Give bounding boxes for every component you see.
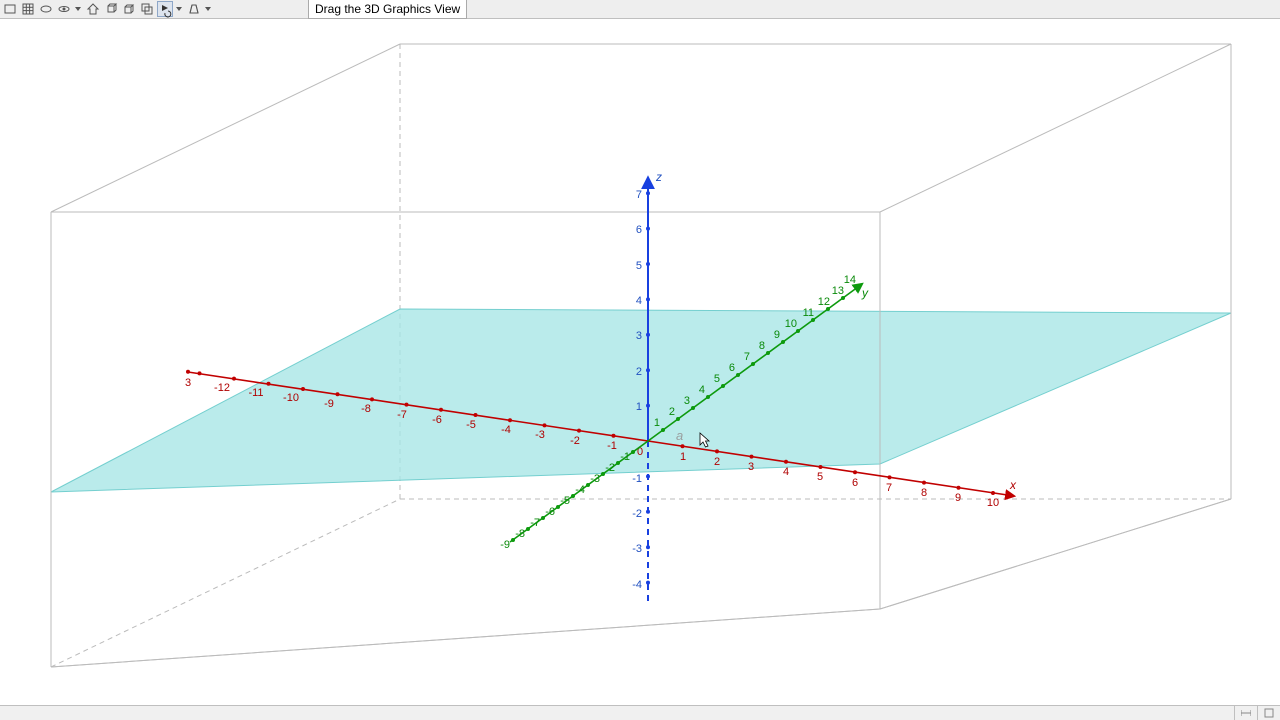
plane-a-label: a <box>676 428 683 443</box>
svg-text:6: 6 <box>852 477 858 489</box>
svg-text:-3: -3 <box>590 473 600 485</box>
svg-text:7: 7 <box>744 351 750 363</box>
svg-text:-5: -5 <box>466 419 476 431</box>
svg-text:1: 1 <box>654 417 660 429</box>
svg-text:2: 2 <box>714 456 720 468</box>
svg-text:5: 5 <box>714 373 720 385</box>
svg-text:3: 3 <box>185 377 191 389</box>
svg-text:5: 5 <box>817 471 823 483</box>
svg-text:-10: -10 <box>283 392 299 404</box>
view-tool-button[interactable] <box>56 1 72 17</box>
svg-text:3: 3 <box>636 330 642 342</box>
svg-text:4: 4 <box>783 466 789 478</box>
svg-text:-2: -2 <box>570 435 580 447</box>
svg-text:4: 4 <box>699 384 705 396</box>
svg-text:-2: -2 <box>605 462 615 474</box>
svg-text:3: 3 <box>748 461 754 473</box>
svg-text:2: 2 <box>636 366 642 378</box>
svg-text:6: 6 <box>636 224 642 236</box>
perspective-tool-dropdown[interactable] <box>204 1 212 17</box>
svg-text:-11: -11 <box>248 387 263 399</box>
svg-text:-4: -4 <box>632 579 642 591</box>
svg-text:3: 3 <box>684 395 690 407</box>
rectangle-tool-button[interactable] <box>2 1 18 17</box>
view-tool-dropdown[interactable] <box>74 1 82 17</box>
svg-text:-1: -1 <box>632 473 642 485</box>
svg-text:-8: -8 <box>515 528 525 540</box>
svg-text:1: 1 <box>636 401 642 413</box>
svg-text:12: 12 <box>818 296 830 308</box>
svg-text:1: 1 <box>680 451 686 463</box>
svg-text:5: 5 <box>636 260 642 272</box>
svg-text:9: 9 <box>774 329 780 341</box>
svg-text:10: 10 <box>987 497 999 509</box>
status-bar <box>0 705 1280 720</box>
svg-text:7: 7 <box>636 189 642 201</box>
instruction-tooltip: Drag the 3D Graphics View <box>308 0 467 19</box>
ellipse-tool-button[interactable] <box>38 1 54 17</box>
status-resize-icon[interactable] <box>1234 706 1257 720</box>
svg-text:-4: -4 <box>501 424 511 436</box>
toolbar: Drag the 3D Graphics View <box>0 0 1280 19</box>
svg-text:-3: -3 <box>632 543 642 555</box>
svg-text:-5: -5 <box>560 495 570 507</box>
box3d-tool-button[interactable] <box>121 1 137 17</box>
svg-text:11: 11 <box>803 307 814 319</box>
svg-text:9: 9 <box>955 492 961 504</box>
svg-text:-3: -3 <box>535 429 545 441</box>
rotate-drag-tool-button[interactable] <box>157 1 173 17</box>
svg-text:-9: -9 <box>324 398 334 410</box>
svg-text:8: 8 <box>759 340 765 352</box>
y-axis-label: y <box>861 286 869 300</box>
svg-text:-1: -1 <box>620 451 630 463</box>
svg-text:7: 7 <box>886 482 892 494</box>
svg-text:-6: -6 <box>432 414 442 426</box>
3d-graphics-view[interactable]: a 1 2 3 4 5 6 7 -1 -2 -3 -4 x z <box>0 19 1280 706</box>
svg-text:-4: -4 <box>575 484 585 496</box>
svg-text:-1: -1 <box>607 440 617 452</box>
cube-tool-button[interactable] <box>103 1 119 17</box>
svg-text:-12: -12 <box>214 382 230 394</box>
z-axis-label: z <box>655 170 662 184</box>
perspective-tool-button[interactable] <box>186 1 202 17</box>
grid-tool-button[interactable] <box>20 1 36 17</box>
status-box-icon[interactable] <box>1257 706 1280 720</box>
svg-text:14: 14 <box>844 274 856 286</box>
svg-text:-6: -6 <box>545 506 555 518</box>
svg-text:6: 6 <box>729 362 735 374</box>
svg-text:-9: -9 <box>500 539 510 551</box>
svg-text:4: 4 <box>636 295 642 307</box>
rotate-drag-tool-dropdown[interactable] <box>175 1 183 17</box>
svg-text:13: 13 <box>832 285 844 297</box>
svg-text:-2: -2 <box>632 508 642 520</box>
x-axis-label: x <box>1009 478 1017 492</box>
home-tool-button[interactable] <box>85 1 101 17</box>
svg-text:2: 2 <box>669 406 675 418</box>
svg-text:8: 8 <box>921 487 927 499</box>
svg-text:10: 10 <box>785 318 797 330</box>
svg-text:-8: -8 <box>361 403 371 415</box>
svg-text:-7: -7 <box>397 409 407 421</box>
copy-tool-button[interactable] <box>139 1 155 17</box>
svg-text:-7: -7 <box>530 517 540 529</box>
